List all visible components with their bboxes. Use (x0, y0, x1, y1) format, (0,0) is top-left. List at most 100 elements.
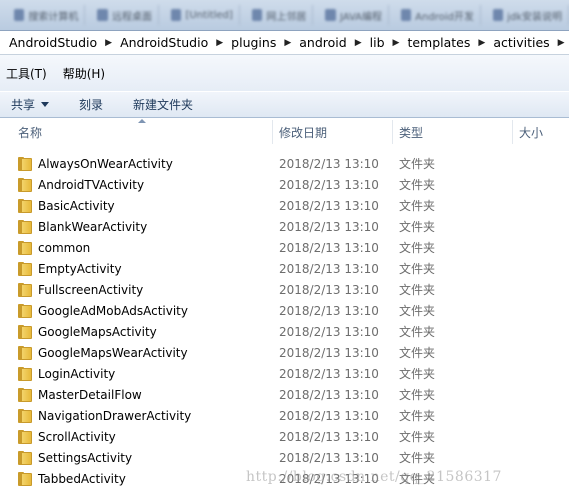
file-name-label: EmptyActivity (38, 261, 122, 276)
app-icon (325, 9, 336, 21)
file-name-label: common (38, 240, 91, 255)
file-date: 2018/2/13 13:10 (279, 261, 379, 276)
taskbar-tab[interactable]: Android开发 (395, 5, 481, 25)
column-date[interactable]: 修改日期 (273, 118, 391, 146)
breadcrumb-item[interactable]: plugins ▶ (229, 35, 297, 50)
file-row[interactable]: BasicActivity 2018/2/13 13:10 文件夹 (0, 195, 569, 216)
file-row[interactable]: MasterDetailFlow 2018/2/13 13:10 文件夹 (0, 384, 569, 405)
breadcrumb[interactable]: AndroidStudio ▶ AndroidStudio ▶ plugins ▶ a… (0, 30, 569, 55)
file-type: 文件夹 (399, 241, 436, 255)
file-name[interactable]: FullscreenActivity (18, 282, 143, 297)
file-date: 2018/2/13 13:10 (279, 408, 379, 423)
file-name[interactable]: BasicActivity (18, 198, 115, 213)
file-name[interactable]: AlwaysOnWearActivity (18, 156, 173, 171)
file-name[interactable]: common (18, 240, 91, 255)
file-row[interactable]: BlankWearActivity 2018/2/13 13:10 文件夹 (0, 216, 569, 237)
file-date: 2018/2/13 13:10 (279, 429, 379, 444)
file-row[interactable]: ScrollActivity 2018/2/13 13:10 文件夹 (0, 426, 569, 447)
file-name[interactable]: SettingsActivity (18, 450, 132, 465)
taskbar-tab[interactable]: 搜索计算机 (8, 5, 86, 25)
file-row[interactable]: AlwaysOnWearActivity 2018/2/13 13:10 文件夹 (0, 153, 569, 174)
chevron-right-icon[interactable]: ▶ (472, 38, 491, 48)
file-name[interactable]: EmptyActivity (18, 261, 122, 276)
folder-icon (18, 240, 32, 255)
column-size[interactable]: 大小 (513, 118, 569, 146)
file-date: 2018/2/13 13:10 (279, 156, 379, 171)
breadcrumb-item[interactable]: AndroidStudio ▶ (118, 35, 229, 50)
file-name[interactable]: NavigationDrawerActivity (18, 408, 191, 423)
app-icon (492, 9, 504, 21)
share-button[interactable]: 共享 (11, 96, 50, 113)
column-name[interactable]: 名称 (12, 118, 272, 146)
file-name-label: AndroidTVActivity (38, 177, 145, 192)
breadcrumb-item[interactable]: activities ▶ (491, 35, 569, 50)
file-row[interactable]: EmptyActivity 2018/2/13 13:10 文件夹 (0, 258, 569, 279)
taskbar-tab[interactable]: 网上邻居 (246, 5, 314, 25)
file-type: 文件夹 (399, 388, 436, 402)
file-date: 2018/2/13 13:10 (279, 219, 379, 234)
menu-help[interactable]: 帮助(H) (63, 65, 105, 82)
file-name[interactable]: ScrollActivity (18, 429, 116, 444)
chevron-right-icon[interactable]: ▶ (349, 38, 368, 48)
file-date: 2018/2/13 13:10 (279, 324, 379, 339)
file-row[interactable]: GoogleAdMobAdsActivity 2018/2/13 13:10 文件夹 (0, 300, 569, 321)
folder-icon (18, 471, 32, 486)
breadcrumb-item[interactable]: templates ▶ (405, 35, 491, 50)
chevron-down-icon (41, 102, 50, 107)
file-date: 2018/2/13 13:10 (279, 345, 379, 360)
chevron-right-icon[interactable]: ▶ (278, 38, 297, 48)
file-name[interactable]: GoogleMapsWearActivity (18, 345, 188, 360)
file-row[interactable]: GoogleMapsActivity 2018/2/13 13:10 文件夹 (0, 321, 569, 342)
file-name[interactable]: MasterDetailFlow (18, 387, 142, 402)
breadcrumb-item[interactable]: android ▶ (297, 35, 367, 50)
file-name-label: BasicActivity (38, 198, 115, 213)
menu-tools[interactable]: 工具(T) (6, 65, 47, 82)
file-type: 文件夹 (399, 367, 436, 381)
file-type: 文件夹 (399, 430, 436, 444)
chevron-right-icon[interactable]: ▶ (99, 38, 118, 48)
folder-icon (18, 366, 32, 381)
taskbar-tab[interactable]: jdk安装说明 (487, 5, 569, 25)
chevron-right-icon[interactable]: ▶ (552, 38, 569, 48)
file-type: 文件夹 (399, 304, 436, 318)
file-name[interactable]: GoogleMapsActivity (18, 324, 157, 339)
file-type: 文件夹 (399, 346, 436, 360)
burn-button[interactable]: 刻录 (79, 96, 103, 113)
file-date: 2018/2/13 13:10 (279, 282, 379, 297)
file-row[interactable]: FullscreenActivity 2018/2/13 13:10 文件夹 (0, 279, 569, 300)
file-name-label: BlankWearActivity (38, 219, 148, 234)
file-name[interactable]: LoginActivity (18, 366, 115, 381)
file-name-label: GoogleAdMobAdsActivity (38, 303, 188, 318)
file-row[interactable]: NavigationDrawerActivity 2018/2/13 13:10 文… (0, 405, 569, 426)
file-row[interactable]: GoogleMapsWearActivity 2018/2/13 13:10 文件夹 (0, 342, 569, 363)
file-date: 2018/2/13 13:10 (279, 450, 379, 465)
new-folder-button[interactable]: 新建文件夹 (133, 96, 193, 113)
taskbar-tab[interactable]: JAVA编程 (319, 5, 390, 25)
folder-icon (18, 429, 32, 444)
file-row[interactable]: LoginActivity 2018/2/13 13:10 文件夹 (0, 363, 569, 384)
app-icon (251, 9, 263, 21)
file-name[interactable]: GoogleAdMobAdsActivity (18, 303, 188, 318)
taskbar-tab[interactable]: 远程桌面 (91, 5, 159, 25)
file-name[interactable]: AndroidTVActivity (18, 177, 145, 192)
file-type: 文件夹 (399, 220, 436, 234)
folder-icon (18, 387, 32, 402)
file-date: 2018/2/13 13:10 (279, 198, 379, 213)
file-name[interactable]: BlankWearActivity (18, 219, 148, 234)
file-row[interactable]: AndroidTVActivity 2018/2/13 13:10 文件夹 (0, 174, 569, 195)
file-name[interactable]: TabbedActivity (18, 471, 126, 486)
folder-icon (18, 282, 32, 297)
breadcrumb-item[interactable]: lib ▶ (368, 35, 406, 50)
column-type[interactable]: 类型 (393, 118, 511, 146)
chevron-right-icon[interactable]: ▶ (210, 38, 229, 48)
file-date: 2018/2/13 13:10 (279, 240, 379, 255)
chevron-right-icon[interactable]: ▶ (387, 38, 406, 48)
breadcrumb-item[interactable]: AndroidStudio ▶ (7, 35, 118, 50)
folder-icon (18, 303, 32, 318)
file-row[interactable]: SettingsActivity 2018/2/13 13:10 文件夹 (0, 447, 569, 468)
file-name-label: MasterDetailFlow (38, 387, 142, 402)
folder-icon (18, 198, 32, 213)
folder-icon (18, 345, 32, 360)
taskbar-tab[interactable]: [Untitled] (165, 5, 240, 25)
file-row[interactable]: common 2018/2/13 13:10 文件夹 (0, 237, 569, 258)
